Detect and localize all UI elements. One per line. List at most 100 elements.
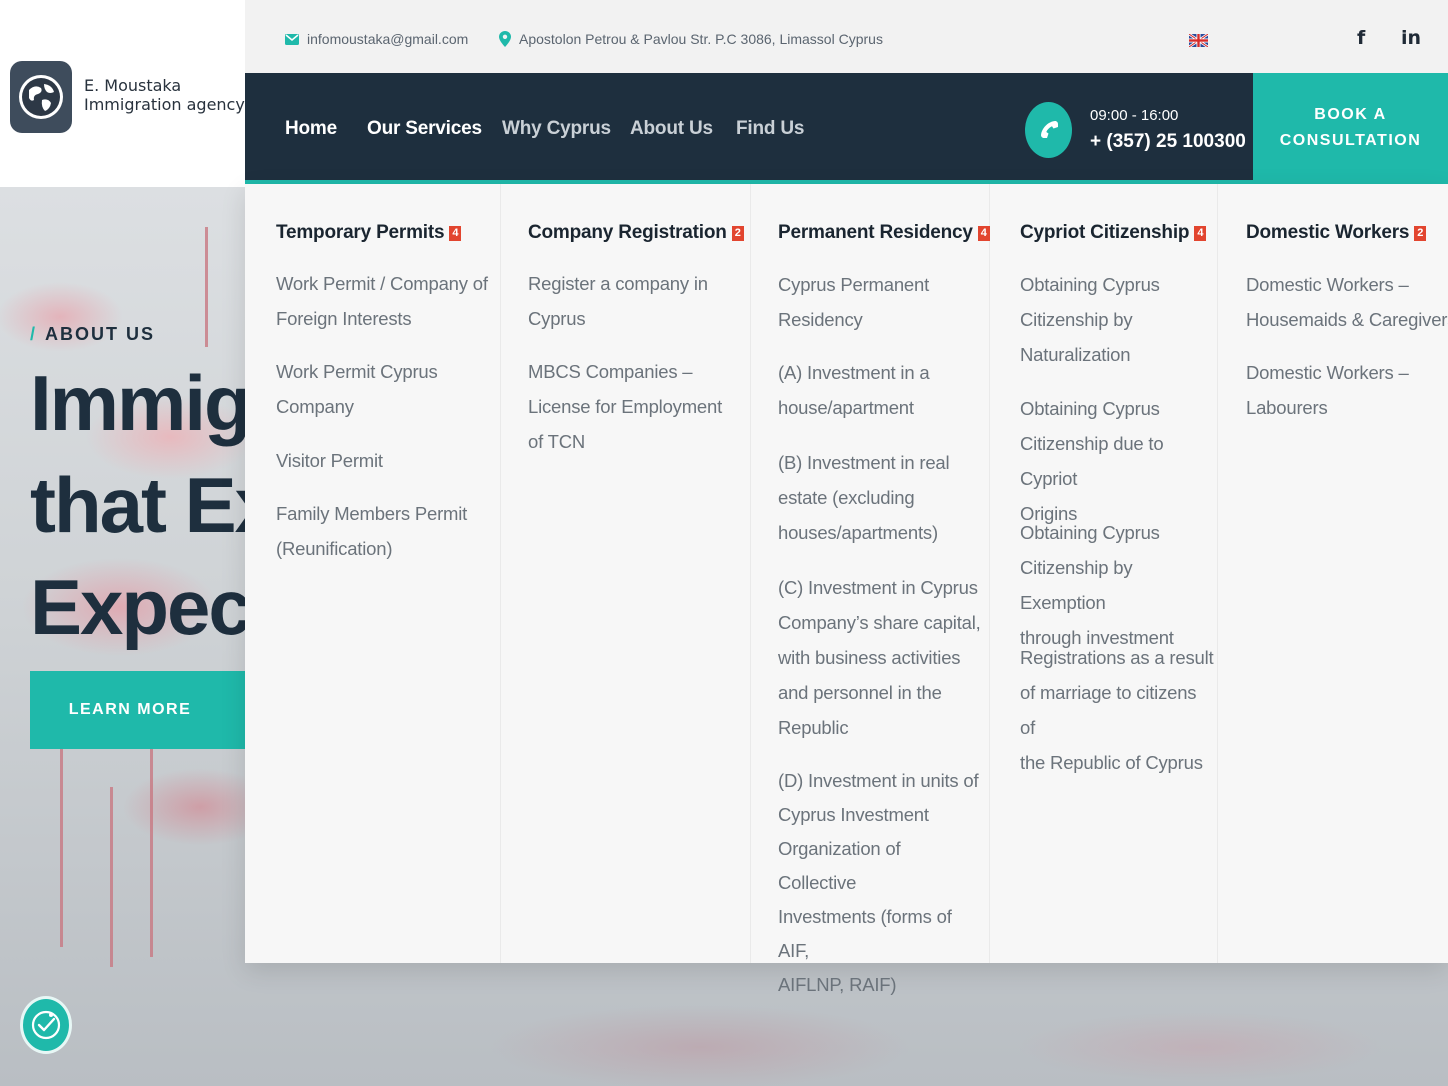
- menu-item-line: Register a company in: [528, 273, 708, 294]
- menu-item-line: Republic: [778, 717, 849, 738]
- services-mega-menu: Temporary Permits 4 Work Permit / Compan…: [245, 184, 1448, 995]
- column-divider: [1217, 184, 1218, 963]
- menu-item-housemaids-caregivers[interactable]: Domestic Workers – Housemaids & Caregive…: [1246, 267, 1448, 337]
- menu-item-cyprus-permanent-residency[interactable]: Cyprus Permanent Residency: [778, 267, 929, 337]
- menu-heading-company-registration[interactable]: Company Registration 2: [528, 222, 744, 244]
- menu-item-line: License for Employment: [528, 396, 723, 417]
- menu-heading-label: Company Registration: [528, 222, 727, 243]
- menu-item-line: (B) Investment in real: [778, 452, 950, 473]
- menu-item-line: Citizenship by: [1020, 309, 1133, 330]
- menu-item-citizenship-naturalization[interactable]: Obtaining Cyprus Citizenship by Naturali…: [1020, 267, 1160, 372]
- menu-item-line: (Reunification): [276, 538, 393, 559]
- menu-column-company-registration: Company Registration 2 Register a compan…: [528, 184, 744, 963]
- phone-icon[interactable]: [1025, 102, 1072, 158]
- hero-heading-line1: Immigr: [30, 359, 280, 447]
- menu-item-mbcs-companies[interactable]: MBCS Companies – License for Employment …: [528, 354, 722, 459]
- nav-find-us[interactable]: Find Us: [736, 118, 804, 140]
- menu-item-line: Obtaining Cyprus: [1020, 274, 1160, 295]
- email-contact[interactable]: infomoustaka@gmail.com: [285, 31, 468, 47]
- menu-item-line: Cyprus Permanent: [778, 274, 930, 295]
- menu-item-citizenship-cypriot-origins[interactable]: Obtaining Cyprus Citizenship due to Cypr…: [1020, 391, 1215, 531]
- count-badge: 4: [449, 225, 462, 241]
- menu-item-line: Foreign Interests: [276, 308, 412, 329]
- column-divider: [750, 184, 751, 963]
- menu-item-register-company[interactable]: Register a company in Cyprus: [528, 266, 708, 336]
- menu-item-labourers[interactable]: Domestic Workers – Labourers: [1246, 355, 1409, 425]
- menu-item-line: Registrations as a result: [1020, 647, 1214, 668]
- menu-item-line: Cyprus Investment: [778, 804, 929, 825]
- menu-heading-cypriot-citizenship[interactable]: Cypriot Citizenship 4: [1020, 222, 1207, 244]
- flamingo-decoration: [150, 747, 153, 957]
- envelope-icon: [285, 33, 299, 45]
- book-consultation-button[interactable]: BOOK A CONSULTATION: [1253, 73, 1448, 183]
- menu-item-investment-house[interactable]: (A) Investment in a house/apartment: [778, 355, 930, 425]
- menu-column-cypriot-citizenship: Cypriot Citizenship 4 Obtaining Cyprus C…: [1020, 184, 1215, 963]
- count-badge: 2: [1414, 225, 1427, 241]
- menu-item-line: Obtaining Cyprus: [1020, 522, 1160, 543]
- count-badge: 4: [977, 225, 990, 241]
- accessibility-icon[interactable]: [20, 996, 72, 1054]
- menu-item-line: houses/apartments): [778, 522, 938, 543]
- hero-heading-line2: that Ex: [30, 461, 278, 549]
- menu-column-temporary-permits: Temporary Permits 4 Work Permit / Compan…: [276, 184, 496, 963]
- menu-item-registration-marriage[interactable]: Registrations as a result of marriage to…: [1020, 640, 1215, 780]
- flamingo-decoration: [110, 787, 113, 967]
- menu-item-work-permit-cyprus-company[interactable]: Work Permit Cyprus Company: [276, 354, 438, 424]
- flamingo-decoration: [60, 747, 63, 947]
- globe-logo-icon: [10, 61, 72, 133]
- menu-item-citizenship-exemption[interactable]: Obtaining Cyprus Citizenship by Exemptio…: [1020, 515, 1215, 655]
- brand-name-line2: Immigration agency: [84, 95, 245, 114]
- column-divider: [500, 184, 501, 963]
- menu-item-investment-real-estate[interactable]: (B) Investment in real estate (excluding…: [778, 445, 950, 550]
- menu-item-line: Citizenship by Exemption: [1020, 557, 1133, 613]
- menu-item-work-permit-foreign-interests[interactable]: Work Permit / Company of Foreign Interes…: [276, 266, 488, 336]
- menu-item-line: Labourers: [1246, 397, 1328, 418]
- menu-heading-domestic-workers[interactable]: Domestic Workers 2: [1246, 222, 1427, 244]
- menu-item-line: Residency: [778, 309, 863, 330]
- menu-item-line: and personnel in the: [778, 682, 942, 703]
- menu-item-line: Work Permit Cyprus: [276, 361, 438, 382]
- menu-item-investment-share-capital[interactable]: (C) Investment in Cyprus Company’s share…: [778, 570, 981, 745]
- menu-column-permanent-residency: Permanent Residency 4 Cyprus Permanent R…: [778, 184, 990, 995]
- menu-heading-label: Permanent Residency: [778, 222, 973, 243]
- logo-area[interactable]: E. Moustaka Immigration agency: [0, 0, 245, 187]
- count-badge: 2: [731, 225, 744, 241]
- nav-home[interactable]: Home: [285, 118, 337, 140]
- menu-item-line: Domestic Workers –: [1246, 274, 1409, 295]
- menu-item-line: Organization of Collective: [778, 838, 901, 893]
- menu-item-line: MBCS Companies –: [528, 361, 693, 382]
- menu-item-line: (A) Investment in a: [778, 362, 930, 383]
- menu-item-investment-units[interactable]: (D) Investment in units of Cyprus Invest…: [778, 764, 983, 1002]
- brand-name: E. Moustaka Immigration agency: [84, 76, 245, 114]
- top-bar: infomoustaka@gmail.com Apostolon Petrou …: [245, 0, 1448, 73]
- nav-why-cyprus[interactable]: Why Cyprus: [502, 118, 611, 140]
- menu-item-line: Naturalization: [1020, 344, 1131, 365]
- menu-item-line: (D) Investment in units of: [778, 770, 979, 791]
- menu-item-family-members-permit[interactable]: Family Members Permit (Reunification): [276, 496, 467, 566]
- uk-flag-icon[interactable]: [1189, 34, 1208, 47]
- learn-more-button[interactable]: LEARN MORE: [30, 671, 260, 749]
- phone-hours: 09:00 - 16:00: [1090, 107, 1179, 124]
- map-pin-icon: [499, 31, 511, 47]
- menu-item-line: of TCN: [528, 431, 586, 452]
- menu-item-visitor-permit[interactable]: Visitor Permit: [276, 443, 383, 478]
- linkedin-icon[interactable]: in: [1401, 27, 1421, 49]
- book-consultation-line2: CONSULTATION: [1279, 132, 1422, 149]
- facebook-icon[interactable]: f: [1357, 27, 1365, 49]
- main-navigation: Home Our Services Why Cyprus About Us Fi…: [245, 73, 1253, 183]
- menu-heading-temporary-permits[interactable]: Temporary Permits 4: [276, 222, 462, 244]
- hero-eyebrow: / ABOUT US: [30, 324, 155, 345]
- menu-heading-permanent-residency[interactable]: Permanent Residency 4: [778, 222, 990, 244]
- column-divider: [989, 184, 990, 963]
- nav-our-services[interactable]: Our Services: [367, 118, 482, 140]
- menu-item-line: Visitor Permit: [276, 450, 383, 471]
- address-contact[interactable]: Apostolon Petrou & Pavlou Str. P.C 3086,…: [499, 31, 883, 47]
- phone-number[interactable]: + (357) 25 100300: [1090, 131, 1246, 153]
- menu-item-line: Company: [276, 396, 354, 417]
- address-text: Apostolon Petrou & Pavlou Str. P.C 3086,…: [519, 31, 883, 47]
- book-consultation-line1: BOOK A: [1314, 106, 1387, 123]
- menu-item-line: of marriage to citizens of: [1020, 682, 1197, 738]
- menu-item-line: the Republic of Cyprus: [1020, 752, 1203, 773]
- nav-about-us[interactable]: About Us: [630, 118, 713, 140]
- count-badge: 4: [1194, 225, 1207, 241]
